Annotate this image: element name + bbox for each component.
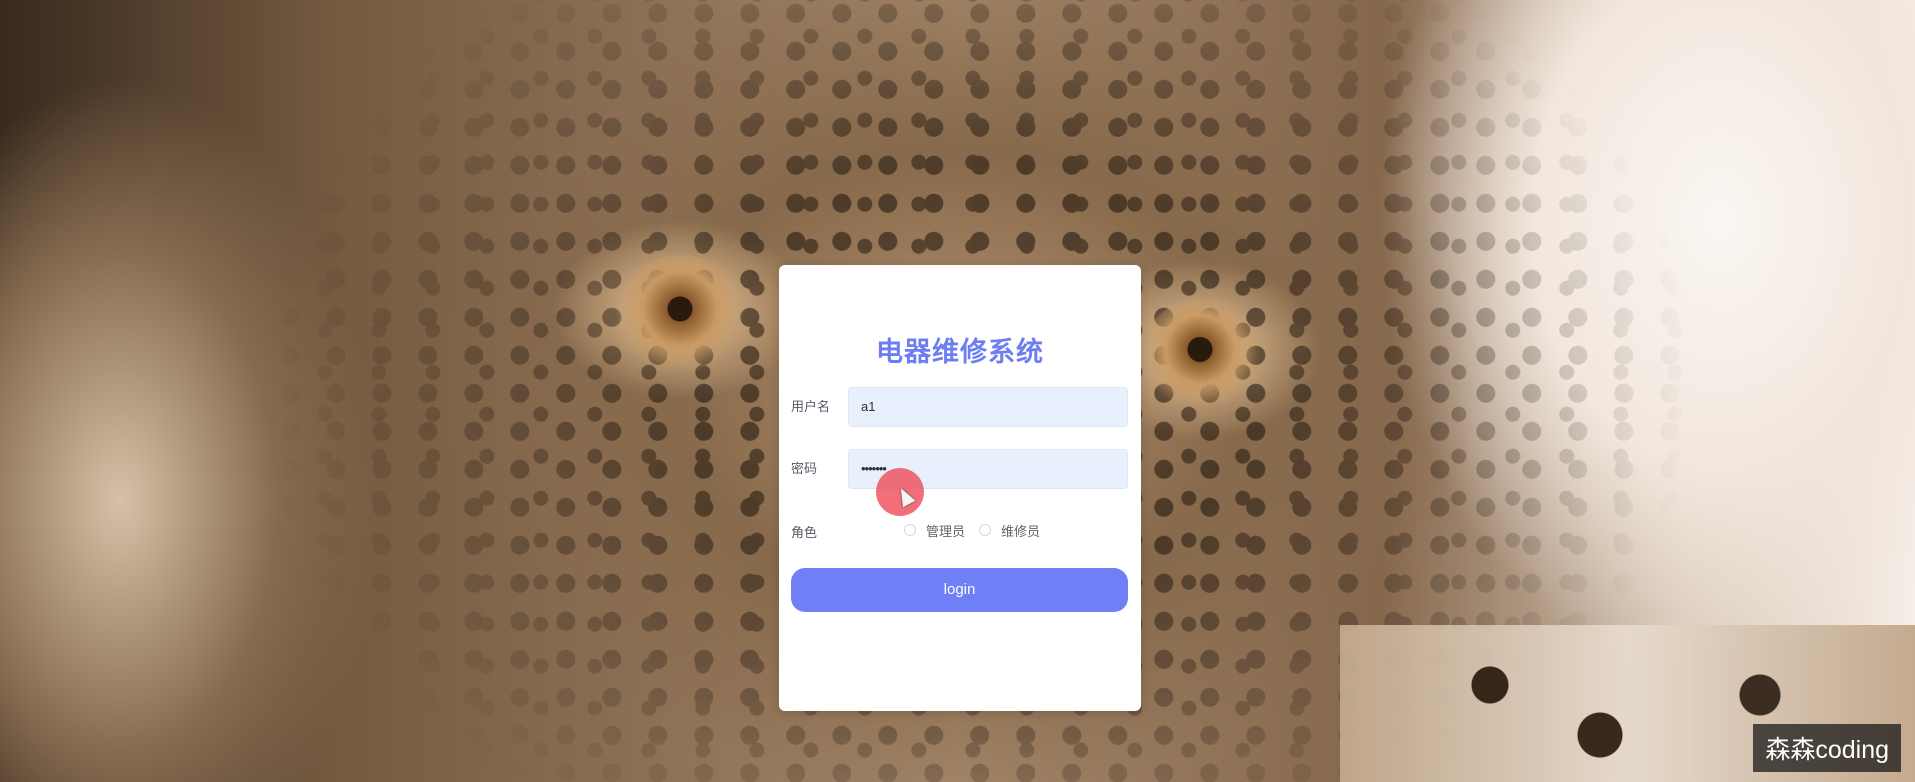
- username-label: 用户名: [791, 399, 831, 414]
- password-label: 密码: [791, 461, 818, 476]
- background-left-eye: [615, 255, 745, 375]
- background-right-eye: [1140, 300, 1260, 410]
- login-card: 电器维修系统 用户名 a1 密码 ••••••• 角色 管理员 维修员 logi…: [779, 265, 1141, 711]
- username-input[interactable]: a1: [848, 387, 1128, 427]
- login-button[interactable]: login: [791, 568, 1128, 612]
- role-radio-repairman[interactable]: 维修员: [979, 521, 1040, 540]
- radio-circle-icon[interactable]: [904, 524, 916, 536]
- role-radio-admin[interactable]: 管理员: [904, 521, 965, 540]
- role-option-label[interactable]: 管理员: [926, 521, 965, 540]
- radio-circle-icon[interactable]: [979, 524, 992, 536]
- page-title: 电器维修系统: [876, 337, 1044, 367]
- role-label: 角色: [791, 525, 818, 540]
- watermark-text: 森森coding: [1753, 724, 1901, 772]
- role-option-label[interactable]: 维修员: [1001, 521, 1040, 540]
- role-radio-group: 管理员 维修员: [904, 520, 1054, 540]
